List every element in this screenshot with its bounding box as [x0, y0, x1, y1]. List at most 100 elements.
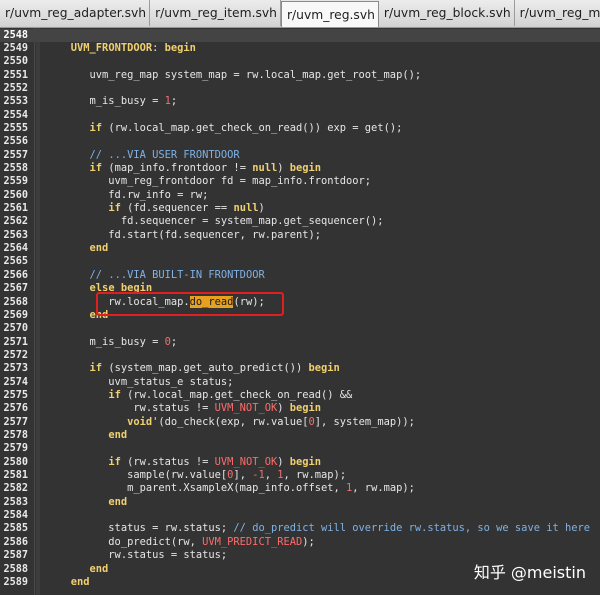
code-line[interactable]: 2552	[0, 82, 600, 95]
line-number: 2551	[3, 69, 28, 81]
tab-3[interactable]: r/uvm_reg_block.svh	[378, 0, 515, 26]
code-line[interactable]: 2569 end	[0, 309, 600, 322]
code-line[interactable]: 2562 fd.sequencer = system_map.get_seque…	[0, 215, 600, 228]
code-text[interactable]: end	[52, 242, 109, 255]
code-editor[interactable]: 2548 2549 UVM_FRONTDOOR: begin 2550 2551 uv…	[0, 28, 600, 595]
line-number: 2576	[3, 403, 28, 415]
code-line[interactable]: 2577 void'(do_check(exp, rw.value[0], sy…	[0, 416, 600, 429]
tab-2[interactable]: r/uvm_reg.svh	[280, 1, 379, 27]
line-number: 2564	[3, 243, 28, 255]
code-line[interactable]: 2583 end	[0, 496, 600, 509]
code-line[interactable]: 2579	[0, 442, 600, 455]
code-line[interactable]: 2554	[0, 109, 600, 122]
code-text[interactable]: sample(rw.value[0], -1, 1, rw.map);	[52, 469, 346, 482]
code-text[interactable]: void'(do_check(exp, rw.value[0], system_…	[52, 416, 415, 429]
line-number: 2562	[3, 216, 28, 228]
code-line[interactable]: 2563 fd.start(fd.sequencer, rw.parent);	[0, 229, 600, 242]
line-number: 2558	[3, 163, 28, 174]
code-text[interactable]: fd.start(fd.sequencer, rw.parent);	[52, 229, 321, 242]
code-line[interactable]: 2570	[0, 322, 600, 335]
code-text[interactable]: do_predict(rw, UVM_PREDICT_READ);	[52, 536, 314, 549]
code-text[interactable]: m_is_busy = 1;	[52, 95, 178, 108]
code-text[interactable]: uvm_status_e status;	[52, 376, 233, 389]
line-number: 2561	[3, 203, 28, 215]
code-text[interactable]: // ...VIA USER FRONTDOOR	[52, 149, 240, 162]
code-text[interactable]: fd.rw_info = rw;	[52, 189, 208, 202]
line-number: 2589	[3, 576, 28, 588]
line-number: 2565	[3, 256, 28, 268]
line-number: 2583	[3, 496, 28, 508]
code-text[interactable]: status = rw.status; // do_predict will o…	[52, 522, 590, 535]
code-line[interactable]: 2567 else begin	[0, 282, 600, 295]
code-line[interactable]: 2551 uvm_reg_map system_map = rw.local_m…	[0, 69, 600, 82]
code-text[interactable]: if (map_info.frontdoor != null) begin	[52, 162, 321, 175]
code-text[interactable]: m_is_busy = 0;	[52, 336, 178, 349]
tab-0[interactable]: r/uvm_reg_adapter.svh	[0, 0, 151, 26]
code-line[interactable]: 2586 do_predict(rw, UVM_PREDICT_READ);	[0, 536, 600, 549]
code-line[interactable]: 2573 if (system_map.get_auto_predict()) …	[0, 362, 600, 375]
code-line[interactable]: 2576 rw.status != UVM_NOT_OK) begin	[0, 402, 600, 415]
code-text[interactable]: if (rw.local_map.get_check_on_read() &&	[52, 389, 352, 402]
line-number: 2555	[3, 122, 28, 134]
line-number: 2566	[3, 269, 28, 281]
line-number: 2577	[3, 416, 28, 428]
code-line[interactable]: 2557 // ...VIA USER FRONTDOOR	[0, 149, 600, 162]
code-text[interactable]: if (rw.local_map.get_check_on_read()) ex…	[52, 122, 403, 135]
code-line[interactable]: 2575 if (rw.local_map.get_check_on_read(…	[0, 389, 600, 402]
code-text[interactable]: uvm_reg_map system_map = rw.local_map.ge…	[52, 69, 422, 82]
code-text[interactable]: end	[52, 563, 109, 576]
line-number: 2584	[3, 510, 28, 522]
code-text[interactable]: end	[52, 496, 127, 509]
tab-4[interactable]: r/uvm_reg_model.svh	[514, 0, 600, 26]
code-line[interactable]: 2566 // ...VIA BUILT-IN FRONTDOOR	[0, 269, 600, 282]
code-line[interactable]: 2585 status = rw.status; // do_predict w…	[0, 522, 600, 535]
line-number: 2572	[3, 349, 28, 361]
code-line[interactable]: 2578 end	[0, 429, 600, 442]
line-number: 2552	[3, 82, 28, 94]
code-line[interactable]: 2556	[0, 135, 600, 148]
line-number: 2560	[3, 189, 28, 201]
code-line[interactable]: 2574 uvm_status_e status;	[0, 376, 600, 389]
code-line[interactable]: 2571 m_is_busy = 0;	[0, 336, 600, 349]
code-text[interactable]: // ...VIA BUILT-IN FRONTDOOR	[52, 269, 265, 282]
code-text[interactable]: m_parent.XsampleX(map_info.offset, 1, rw…	[52, 482, 415, 495]
code-text[interactable]: if (fd.sequencer == null)	[52, 202, 264, 215]
code-line[interactable]: 2565	[0, 255, 600, 268]
code-line[interactable]: 2582 m_parent.XsampleX(map_info.offset, …	[0, 482, 600, 495]
line-number: 2554	[3, 109, 28, 121]
code-line[interactable]: 2548	[0, 28, 600, 42]
code-line[interactable]: 2580 if (rw.status != UVM_NOT_OK) begin	[0, 456, 600, 469]
line-number: 2550	[3, 56, 28, 68]
line-number: 2548	[3, 29, 28, 41]
code-line[interactable]: 2549 UVM_FRONTDOOR: begin	[0, 42, 600, 55]
code-text[interactable]: fd.sequencer = system_map.get_sequencer(…	[52, 215, 384, 228]
code-line[interactable]: 2553 m_is_busy = 1;	[0, 95, 600, 108]
highlight-box	[96, 292, 284, 316]
code-line[interactable]: 2550	[0, 55, 600, 68]
tab-1[interactable]: r/uvm_reg_item.svh	[150, 0, 281, 26]
code-text[interactable]: end	[52, 429, 127, 442]
code-line[interactable]: 2564 end	[0, 242, 600, 255]
line-number: 2588	[3, 563, 28, 575]
code-text[interactable]: rw.status != UVM_NOT_OK) begin	[52, 402, 321, 415]
code-line[interactable]: 2559 uvm_reg_frontdoor fd = map_info.fro…	[0, 175, 600, 188]
code-line[interactable]: 2558 if (map_info.frontdoor != null) beg…	[0, 162, 600, 175]
code-line[interactable]: 2581 sample(rw.value[0], -1, 1, rw.map);	[0, 469, 600, 482]
code-text[interactable]: UVM_FRONTDOOR: begin	[52, 42, 196, 55]
code-line[interactable]: 2555 if (rw.local_map.get_check_on_read(…	[0, 122, 600, 135]
line-number: 2549	[3, 42, 28, 54]
code-line[interactable]: 2568 rw.local_map.do_read(rw);	[0, 295, 600, 309]
code-text[interactable]: if (rw.status != UVM_NOT_OK) begin	[52, 456, 321, 469]
code-text[interactable]: end	[52, 576, 90, 589]
code-text[interactable]: if (system_map.get_auto_predict()) begin	[52, 362, 340, 375]
code-line[interactable]: 2584	[0, 509, 600, 522]
line-number: 2573	[3, 363, 28, 375]
line-number: 2559	[3, 176, 28, 188]
line-number: 2586	[3, 536, 28, 548]
code-text[interactable]: rw.status = status;	[52, 549, 227, 562]
code-line[interactable]: 2560 fd.rw_info = rw;	[0, 189, 600, 202]
line-number: 2568	[3, 296, 28, 308]
code-line[interactable]: 2561 if (fd.sequencer == null)	[0, 202, 600, 215]
code-text[interactable]: uvm_reg_frontdoor fd = map_info.frontdoo…	[52, 175, 371, 188]
code-line[interactable]: 2572	[0, 349, 600, 362]
